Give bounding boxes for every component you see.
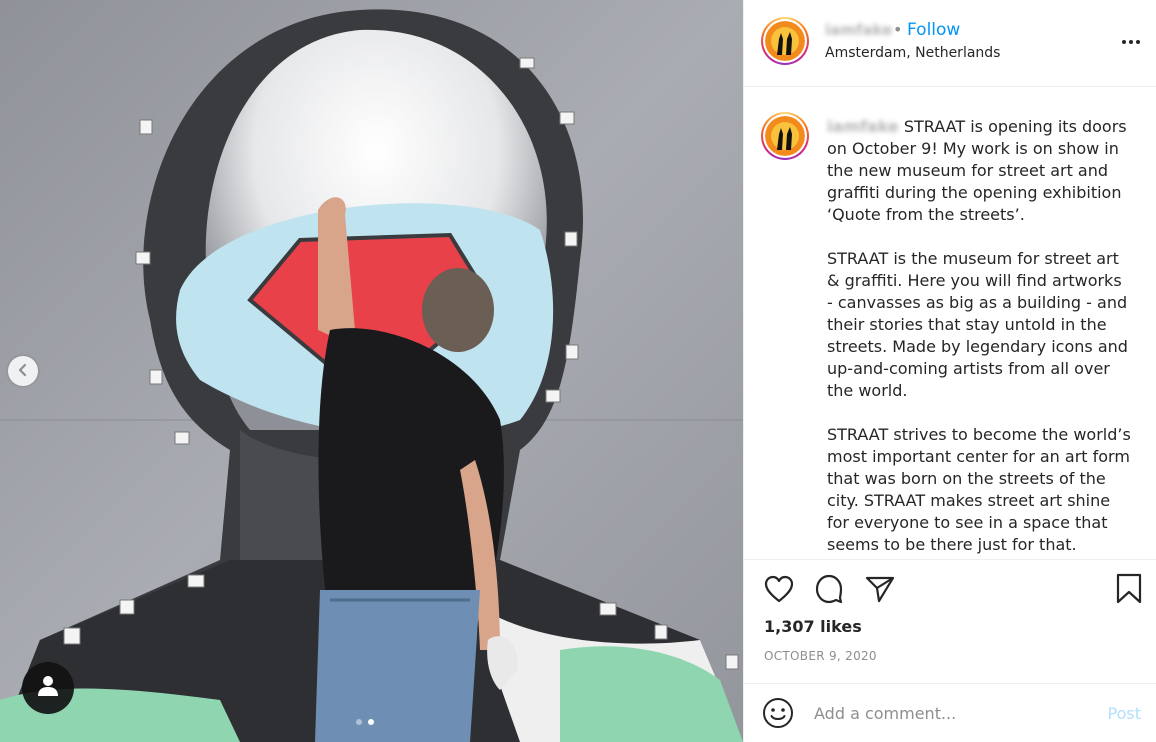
post-sidebar: iamfake • Follow Amsterdam, Netherlands … [743,0,1156,742]
post-media[interactable] [0,0,743,742]
separator-dot: • [893,20,903,39]
heart-icon [764,575,794,607]
save-button[interactable] [1112,573,1146,609]
more-options-button[interactable] [1121,32,1141,56]
like-button[interactable] [762,574,796,608]
user-icon [36,674,60,702]
chevron-left-icon [16,362,30,381]
post-date[interactable]: OCTOBER 9, 2020 [764,649,877,663]
location-link[interactable]: Amsterdam, Netherlands [825,45,1000,61]
avatar-image [765,21,805,61]
comment-button[interactable] [812,574,846,608]
username[interactable]: iamfake [825,21,892,39]
comment-input[interactable] [814,700,1084,726]
caption-text: STRAAT is opening its doors on October 9… [827,117,1131,554]
emoji-button[interactable] [762,697,796,731]
likes-count[interactable]: 1,307 likes [764,617,862,636]
carousel-dot-active [368,719,374,725]
more-horizontal-icon [1121,37,1141,56]
post-header: iamfake • Follow Amsterdam, Netherlands [744,0,1156,87]
comment-icon [814,574,844,608]
add-comment-bar: Post [744,683,1156,742]
tagged-users-button[interactable] [22,662,74,714]
post-comment-button[interactable]: Post [1108,704,1141,723]
post-image [0,0,743,742]
avatar[interactable] [761,17,809,65]
caption-username[interactable]: iamfake [827,117,899,136]
carousel-indicator [356,719,374,725]
avatar-image [765,116,805,156]
share-button[interactable] [863,574,897,608]
post-caption: iamfake STRAAT is opening its doors on O… [827,116,1132,556]
send-icon [865,575,895,607]
previous-slide-button[interactable] [8,356,38,386]
action-bar [744,560,1156,620]
follow-button[interactable]: Follow [907,20,960,40]
carousel-dot [356,719,362,725]
caption-avatar[interactable] [761,112,809,160]
bookmark-icon [1115,573,1143,609]
smiley-icon [762,698,794,733]
comments-area[interactable]: iamfake STRAAT is opening its doors on O… [744,88,1156,560]
